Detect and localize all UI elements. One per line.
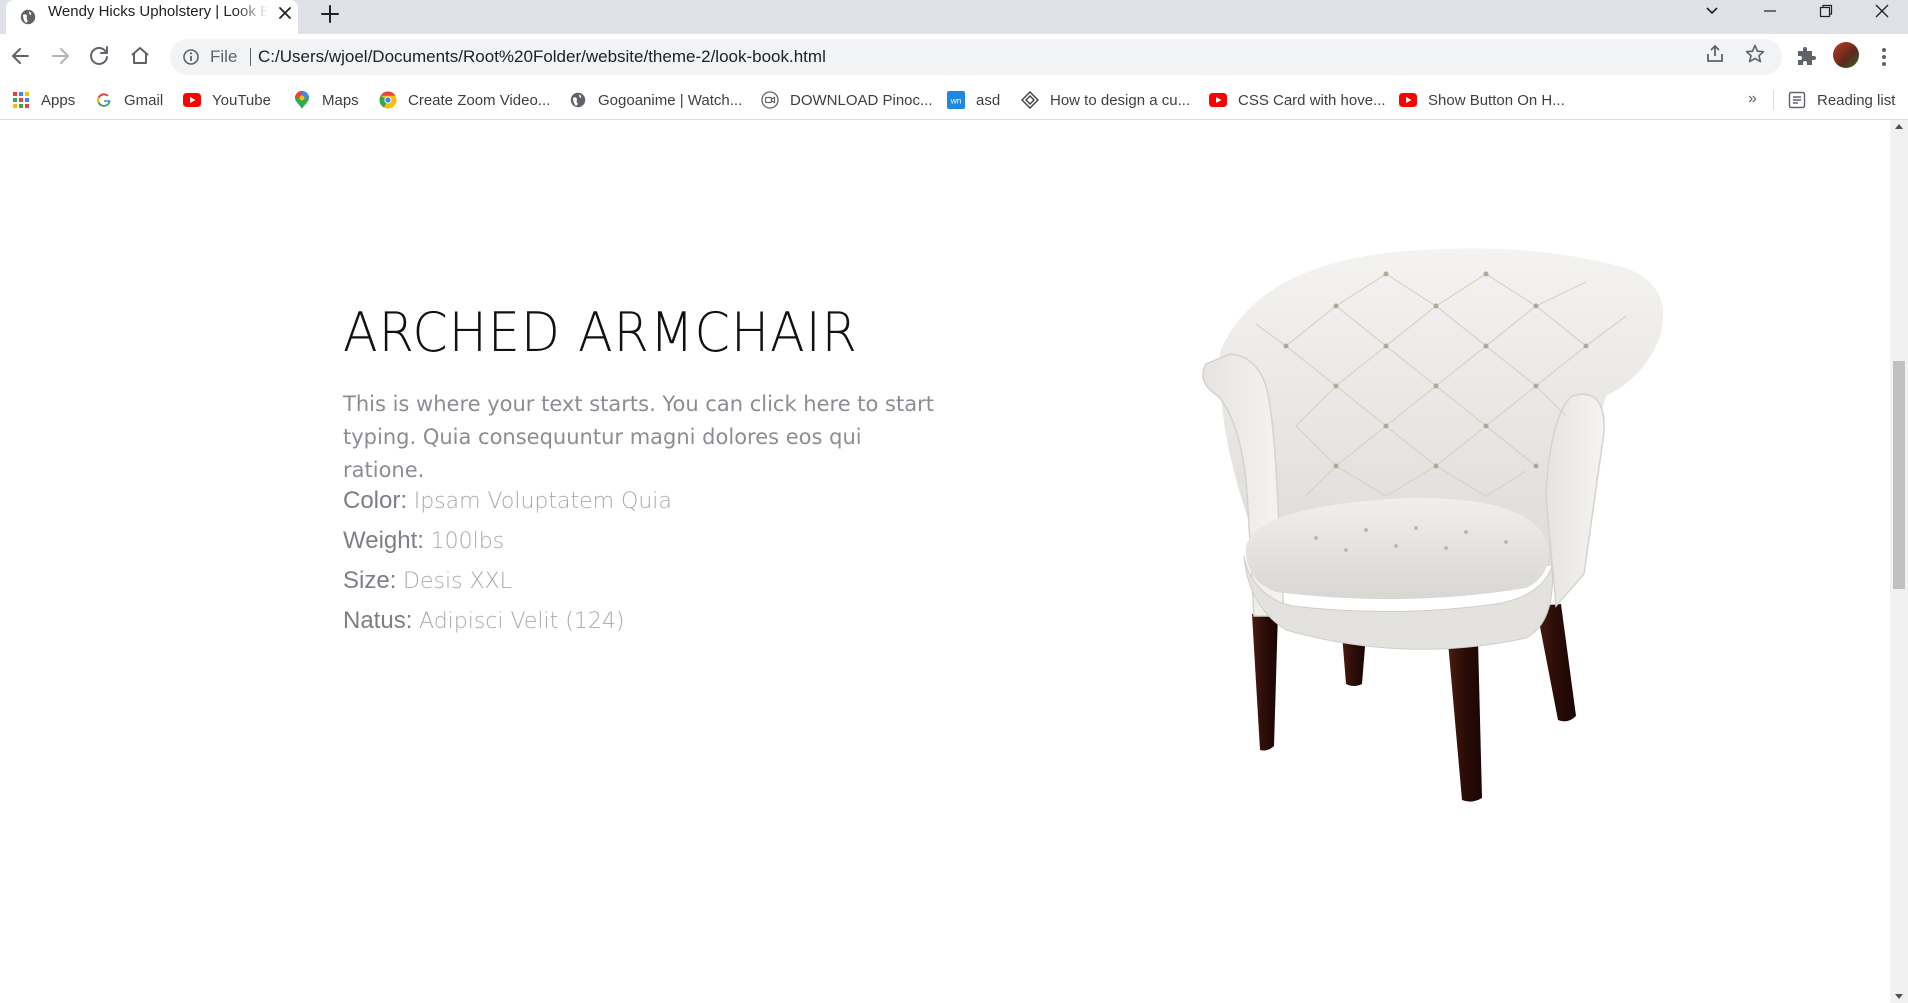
extensions-puzzle-icon[interactable]: [1794, 45, 1818, 69]
info-icon[interactable]: [182, 48, 200, 66]
bookmark-label: Gmail: [124, 91, 164, 109]
svg-text:wn: wn: [950, 96, 962, 106]
spec-key: Color:: [343, 487, 408, 514]
browser-toolbar: File C:/Users/wjoel/Documents/Root%20Fol…: [0, 34, 1908, 80]
tab-title: Wendy Hicks Upholstery | Look Book: [48, 3, 268, 20]
page-viewport: ARCHED ARMCHAIR This is where your text …: [0, 120, 1890, 1003]
spec-value: Desis XXL: [403, 569, 512, 594]
product-description: This is where your text starts. You can …: [343, 392, 934, 482]
globe-icon: [569, 91, 587, 109]
menu-dots-icon[interactable]: [1872, 45, 1896, 69]
product-title: ARCHED ARMCHAIR: [343, 301, 858, 364]
google-g-icon: [95, 91, 113, 109]
bookmark-label: Create Zoom Video...: [408, 91, 551, 109]
bookmarks-bar: Apps Gmail YouTube Maps Create Zoom Vide…: [0, 80, 1908, 120]
spec-value: Adipisci Velit (124): [419, 609, 625, 634]
tab-strip: Wendy Hicks Upholstery | Look Book: [0, 0, 1908, 34]
bookmark-gmail[interactable]: Gmail: [95, 88, 163, 112]
home-icon[interactable]: [127, 43, 153, 69]
close-tab-icon[interactable]: [276, 4, 294, 22]
spec-key: Size:: [343, 567, 397, 594]
youtube-icon: [1399, 91, 1417, 109]
reading-list-label: Reading list: [1817, 91, 1896, 109]
spec-key: Natus:: [343, 607, 413, 634]
address-bar[interactable]: File C:/Users/wjoel/Documents/Root%20Fol…: [170, 39, 1782, 75]
address-separator: [250, 48, 251, 66]
bookmark-label: Gogoanime | Watch...: [598, 91, 743, 109]
diamond-icon: [1021, 91, 1039, 109]
scroll-down-arrow-icon[interactable]: [1895, 994, 1903, 999]
bookmark-label: DOWNLOAD Pinoc...: [790, 91, 933, 109]
youtube-icon: [183, 91, 201, 109]
apps-grid-icon: [12, 91, 30, 109]
bookmark-label: CSS Card with hove...: [1238, 91, 1386, 109]
globe-icon: [20, 9, 36, 25]
minimize-icon: [1764, 10, 1776, 12]
maps-pin-icon: [293, 91, 311, 109]
bookmark-css-card[interactable]: CSS Card with hove...: [1209, 88, 1386, 112]
back-arrow-icon[interactable]: [8, 43, 34, 69]
browser-tab[interactable]: Wendy Hicks Upholstery | Look Book: [6, 0, 298, 34]
bookmarks-divider: [1773, 90, 1774, 110]
bookmark-label: Maps: [322, 91, 359, 109]
restore-button[interactable]: [1798, 0, 1854, 24]
spec-size: Size: Desis XXL: [343, 566, 512, 597]
bookmark-gogoanime[interactable]: Gogoanime | Watch...: [569, 88, 742, 112]
scroll-up-arrow-icon[interactable]: [1895, 124, 1903, 129]
bookmark-label: Show Button On H...: [1428, 91, 1565, 109]
chevron-down-icon: [1706, 7, 1718, 15]
vertical-scrollbar[interactable]: [1890, 120, 1908, 1003]
spec-value: 100lbs: [430, 529, 505, 554]
profile-avatar[interactable]: [1833, 42, 1859, 68]
bookmark-label: Apps: [41, 91, 76, 109]
close-window-button[interactable]: [1854, 0, 1908, 24]
bookmark-show-button[interactable]: Show Button On H...: [1399, 88, 1565, 112]
bookmark-how-to-design[interactable]: How to design a cu...: [1021, 88, 1190, 112]
url-text[interactable]: C:/Users/wjoel/Documents/Root%20Folder/w…: [258, 47, 826, 67]
wn-icon: wn: [947, 91, 965, 109]
bookmark-star-icon[interactable]: [1744, 43, 1766, 65]
tab-search-button[interactable]: [1684, 0, 1740, 24]
youtube-icon: [1209, 91, 1227, 109]
reading-list-button[interactable]: Reading list: [1788, 88, 1895, 112]
bookmark-label: How to design a cu...: [1050, 91, 1191, 109]
bookmark-apps[interactable]: Apps: [12, 88, 75, 112]
reload-icon[interactable]: [87, 43, 113, 69]
spec-weight: Weight: 100lbs: [343, 526, 504, 557]
restore-icon: [1819, 4, 1833, 18]
close-icon: [1875, 4, 1889, 18]
more-bookmarks-chevron[interactable]: »: [1748, 90, 1757, 108]
bookmark-youtube[interactable]: YouTube: [183, 88, 271, 112]
share-icon[interactable]: [1704, 43, 1726, 65]
bookmark-download-pinoc[interactable]: DOWNLOAD Pinoc...: [761, 88, 933, 112]
bookmark-label: YouTube: [212, 91, 271, 109]
armchair-image: [1202, 248, 1664, 802]
chrome-icon: [379, 91, 397, 109]
spec-color: Color: Ipsam Voluptatem Quia: [343, 486, 672, 517]
scroll-thumb[interactable]: [1893, 361, 1905, 589]
bookmark-maps[interactable]: Maps: [293, 88, 359, 112]
spec-key: Weight:: [343, 527, 424, 554]
new-tab-icon[interactable]: [318, 2, 342, 26]
bookmark-asd[interactable]: wn asd: [947, 88, 1000, 112]
camera-icon: [761, 91, 779, 109]
spec-natus: Natus: Adipisci Velit (124): [343, 606, 624, 637]
bookmark-label: asd: [976, 91, 1001, 109]
minimize-button[interactable]: [1742, 0, 1798, 24]
bookmark-create-zoom[interactable]: Create Zoom Video...: [379, 88, 550, 112]
spec-value: Ipsam Voluptatem Quia: [413, 489, 672, 514]
scheme-label: File: [210, 47, 238, 66]
reading-list-icon: [1788, 91, 1806, 109]
forward-arrow-icon[interactable]: [47, 43, 73, 69]
